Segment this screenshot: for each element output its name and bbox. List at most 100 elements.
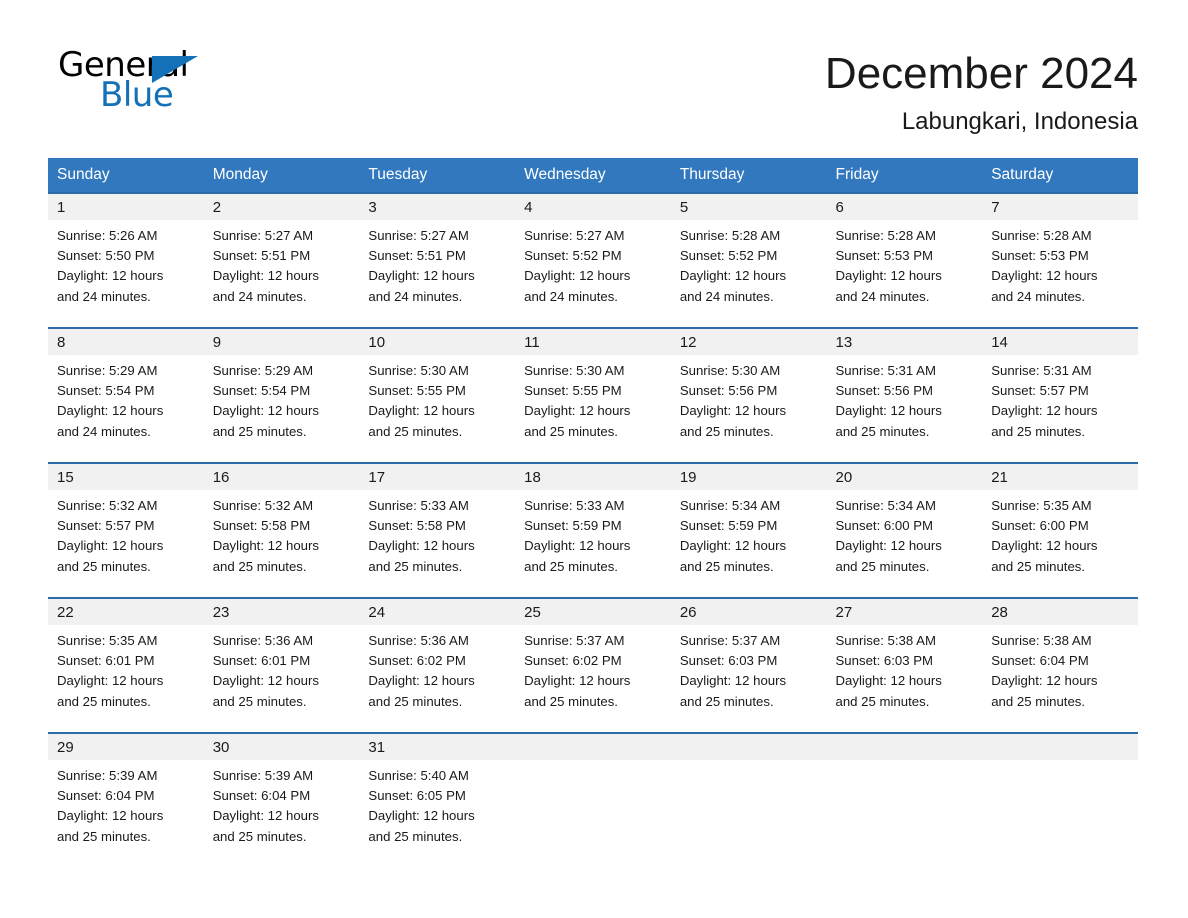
calendar-day-cell[interactable]: 15 Sunrise: 5:32 AM Sunset: 5:57 PM Dayligh…: [48, 462, 204, 598]
generalblue-logo[interactable]: General Blue: [58, 48, 278, 120]
day-number: [982, 734, 1138, 760]
day-number: [515, 734, 671, 760]
day-details: Sunrise: 5:35 AM Sunset: 6:00 PM Daylight:…: [982, 490, 1138, 577]
day-details: Sunrise: 5:40 AM Sunset: 6:05 PM Daylight:…: [359, 760, 515, 847]
calendar-day-cell[interactable]: 16 Sunrise: 5:32 AM Sunset: 5:58 PM Dayligh…: [203, 462, 360, 598]
weekday-header-friday: Friday: [826, 158, 983, 193]
day-number: 3: [359, 194, 516, 220]
calendar-day-cell[interactable]: 30 Sunrise: 5:39 AM Sunset: 6:04 PM Dayligh…: [203, 732, 360, 868]
sunrise-sunset-calendar: Sunday Monday Tuesday Wednesday Thursday…: [48, 158, 1138, 868]
day-details: Sunrise: 5:28 AM Sunset: 5:53 PM Daylight:…: [827, 220, 983, 307]
calendar-day-cell[interactable]: 27 Sunrise: 5:38 AM Sunset: 6:03 PM Dayligh…: [826, 597, 983, 733]
day-details: Sunrise: 5:28 AM Sunset: 5:53 PM Daylight:…: [982, 220, 1138, 307]
sunrise-time: Sunrise: 5:40 AM: [368, 768, 469, 783]
calendar-day-cell[interactable]: 21 Sunrise: 5:35 AM Sunset: 6:00 PM Dayligh…: [982, 462, 1138, 598]
day-number: 23: [203, 599, 360, 625]
calendar-week-row: 29 Sunrise: 5:39 AM Sunset: 6:04 PM Dayligh…: [48, 732, 1138, 868]
calendar-empty-cell: [670, 732, 827, 868]
weekday-header-thursday: Thursday: [670, 158, 827, 193]
calendar-day-cell[interactable]: 19 Sunrise: 5:34 AM Sunset: 5:59 PM Dayligh…: [670, 462, 827, 598]
day-number: 21: [982, 464, 1138, 490]
sunset-time: Sunset: 6:01 PM: [212, 653, 311, 669]
daylight-duration-line2: and 25 minutes.: [524, 423, 618, 439]
sunrise-time: Sunrise: 5:31 AM: [991, 363, 1092, 378]
calendar-day-cell[interactable]: 22 Sunrise: 5:35 AM Sunset: 6:01 PM Dayligh…: [48, 597, 204, 733]
calendar-day-cell[interactable]: 29 Sunrise: 5:39 AM Sunset: 6:04 PM Dayligh…: [48, 732, 204, 868]
calendar-day-cell[interactable]: 7 Sunrise: 5:28 AM Sunset: 5:53 PM Daylight…: [982, 192, 1138, 328]
day-number: 16: [203, 464, 360, 490]
calendar-day-cell[interactable]: 11 Sunrise: 5:30 AM Sunset: 5:55 PM Dayligh…: [515, 327, 671, 463]
daylight-duration-line1: Daylight: 12 hours: [212, 673, 319, 689]
calendar-day-cell[interactable]: 12 Sunrise: 5:30 AM Sunset: 5:56 PM Dayligh…: [670, 327, 827, 463]
calendar-day-cell[interactable]: 17 Sunrise: 5:33 AM Sunset: 5:58 PM Dayligh…: [359, 462, 516, 598]
sunset-time: Sunset: 5:51 PM: [212, 248, 311, 264]
calendar-header-row: Sunday Monday Tuesday Wednesday Thursday…: [48, 158, 1138, 193]
calendar-day-cell[interactable]: 23 Sunrise: 5:36 AM Sunset: 6:01 PM Dayligh…: [203, 597, 360, 733]
daylight-duration-line1: Daylight: 12 hours: [991, 268, 1098, 284]
day-details: Sunrise: 5:27 AM Sunset: 5:51 PM Daylight:…: [359, 220, 515, 307]
day-number: 7: [982, 194, 1138, 220]
calendar-day-cell[interactable]: 9 Sunrise: 5:29 AM Sunset: 5:54 PM Daylight…: [203, 327, 360, 463]
daylight-duration-line2: and 25 minutes.: [212, 828, 307, 844]
calendar-day-cell[interactable]: 6 Sunrise: 5:28 AM Sunset: 5:53 PM Daylight…: [826, 192, 983, 328]
daylight-duration-line1: Daylight: 12 hours: [212, 808, 319, 824]
page-title: December 2024: [824, 49, 1138, 98]
calendar-day-cell[interactable]: 25 Sunrise: 5:37 AM Sunset: 6:02 PM Dayligh…: [515, 597, 671, 733]
calendar-day-cell[interactable]: 2 Sunrise: 5:27 AM Sunset: 5:51 PM Daylight…: [203, 192, 360, 328]
day-number: 25: [515, 599, 671, 625]
calendar-day-cell[interactable]: 26 Sunrise: 5:37 AM Sunset: 6:03 PM Dayligh…: [670, 597, 827, 733]
sunrise-time: Sunrise: 5:27 AM: [524, 228, 625, 243]
calendar-day-cell[interactable]: 31 Sunrise: 5:40 AM Sunset: 6:05 PM Dayligh…: [359, 732, 516, 868]
daylight-duration-line2: and 25 minutes.: [679, 423, 774, 439]
sunset-time: Sunset: 6:03 PM: [835, 653, 934, 669]
calendar-day-cell[interactable]: 3 Sunrise: 5:27 AM Sunset: 5:51 PM Daylight…: [359, 192, 516, 328]
day-details: Sunrise: 5:27 AM Sunset: 5:51 PM Daylight:…: [204, 220, 360, 307]
calendar-day-cell[interactable]: 8 Sunrise: 5:29 AM Sunset: 5:54 PM Daylight…: [48, 327, 204, 463]
sunset-time: Sunset: 5:54 PM: [212, 383, 311, 399]
calendar-day-cell[interactable]: 20 Sunrise: 5:34 AM Sunset: 6:00 PM Dayligh…: [826, 462, 983, 598]
calendar-day-cell[interactable]: 10 Sunrise: 5:30 AM Sunset: 5:55 PM Dayligh…: [359, 327, 516, 463]
day-number: 20: [826, 464, 983, 490]
daylight-duration-line1: Daylight: 12 hours: [524, 403, 631, 419]
daylight-duration-line2: and 25 minutes.: [991, 558, 1086, 574]
daylight-duration-line2: and 25 minutes.: [368, 828, 463, 844]
day-number: 28: [982, 599, 1138, 625]
day-number: 27: [826, 599, 983, 625]
calendar-day-cell[interactable]: 18 Sunrise: 5:33 AM Sunset: 5:59 PM Dayligh…: [515, 462, 671, 598]
daylight-duration-line1: Daylight: 12 hours: [524, 673, 631, 689]
daylight-duration-line2: and 24 minutes.: [524, 288, 618, 304]
calendar-day-cell[interactable]: 1 Sunrise: 5:26 AM Sunset: 5:50 PM Daylight…: [48, 192, 204, 328]
daylight-duration-line2: and 25 minutes.: [212, 423, 307, 439]
daylight-duration-line1: Daylight: 12 hours: [835, 538, 942, 554]
sunset-time: Sunset: 5:57 PM: [57, 518, 155, 534]
daylight-duration-line1: Daylight: 12 hours: [57, 268, 164, 284]
daylight-duration-line2: and 25 minutes.: [991, 423, 1086, 439]
daylight-duration-line2: and 25 minutes.: [368, 693, 463, 709]
day-number: 13: [826, 329, 983, 355]
day-number: 31: [359, 734, 516, 760]
calendar-day-cell[interactable]: 24 Sunrise: 5:36 AM Sunset: 6:02 PM Dayligh…: [359, 597, 516, 733]
day-number: [826, 734, 983, 760]
calendar-week-row: 22 Sunrise: 5:35 AM Sunset: 6:01 PM Dayligh…: [48, 597, 1138, 733]
sunset-time: Sunset: 6:04 PM: [212, 788, 311, 804]
day-details: Sunrise: 5:39 AM Sunset: 6:04 PM Daylight:…: [204, 760, 360, 847]
calendar-day-cell[interactable]: 13 Sunrise: 5:31 AM Sunset: 5:56 PM Dayligh…: [826, 327, 983, 463]
sunrise-time: Sunrise: 5:36 AM: [212, 633, 314, 648]
sunset-time: Sunset: 5:59 PM: [679, 518, 778, 534]
calendar-day-cell[interactable]: 28 Sunrise: 5:38 AM Sunset: 6:04 PM Dayligh…: [982, 597, 1138, 733]
daylight-duration-line1: Daylight: 12 hours: [368, 808, 475, 824]
calendar-day-cell[interactable]: 5 Sunrise: 5:28 AM Sunset: 5:52 PM Daylight…: [670, 192, 827, 328]
sunset-time: Sunset: 6:04 PM: [991, 653, 1089, 669]
sunrise-time: Sunrise: 5:26 AM: [57, 228, 158, 243]
weekday-header-monday: Monday: [203, 158, 360, 193]
calendar-day-cell[interactable]: 14 Sunrise: 5:31 AM Sunset: 5:57 PM Dayligh…: [982, 327, 1138, 463]
sunset-time: Sunset: 6:01 PM: [57, 653, 155, 669]
day-details: Sunrise: 5:37 AM Sunset: 6:02 PM Daylight:…: [515, 625, 671, 712]
sunset-time: Sunset: 5:51 PM: [368, 248, 466, 264]
page-header: General Blue December 2024 Labungkari, I…: [0, 0, 1188, 158]
sunset-time: Sunset: 6:05 PM: [368, 788, 466, 804]
day-details: Sunrise: 5:27 AM Sunset: 5:52 PM Daylight:…: [515, 220, 671, 307]
calendar-day-cell[interactable]: 4 Sunrise: 5:27 AM Sunset: 5:52 PM Daylight…: [515, 192, 671, 328]
daylight-duration-line2: and 24 minutes.: [835, 288, 930, 304]
daylight-duration-line1: Daylight: 12 hours: [368, 403, 475, 419]
